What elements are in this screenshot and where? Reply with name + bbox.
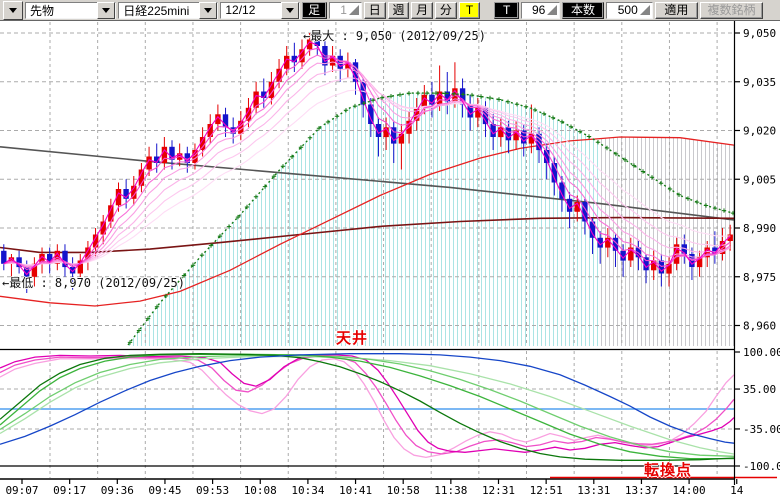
multi-symbol-button: 複数銘柄 (700, 2, 763, 19)
svg-text:9,035: 9,035 (743, 76, 776, 89)
svg-text:9,005: 9,005 (743, 173, 776, 186)
spin-icon[interactable] (349, 5, 359, 15)
min-price-annotation: ←最低 : 8,970 (2012/09/25) (2, 274, 185, 291)
bar-interval-value: 1 (340, 3, 347, 17)
svg-text:10:41: 10:41 (339, 484, 372, 497)
ceiling-annotation: 天井 (336, 327, 368, 348)
svg-text:14:00: 14:00 (673, 484, 706, 497)
period-month-button[interactable]: 月 (411, 2, 433, 19)
svg-text:-35.00: -35.00 (743, 423, 780, 436)
chart-app-window: 9,050 9,035 9,020 9,005 8,990 8,975 8,960 100.0… (0, 0, 780, 500)
svg-text:09:17: 09:17 (53, 484, 86, 497)
contract-month-value: 12/12 (221, 3, 281, 17)
bar-interval-spinner[interactable]: 1 (329, 2, 362, 19)
bar-type-button[interactable]: 足 (302, 2, 327, 19)
svg-text:8,975: 8,975 (743, 271, 776, 284)
bar-count-spinner[interactable]: 500 (606, 2, 653, 19)
instrument-category-value: 先物 (26, 2, 97, 19)
symbol-value: 日経225mini (119, 2, 199, 19)
svg-text:09:53: 09:53 (196, 484, 229, 497)
bar-count-value: 500 (618, 3, 638, 17)
price-chart[interactable]: 9,050 9,035 9,020 9,005 8,990 8,975 8,960 100.0… (0, 0, 780, 500)
tick-size-value: 96 (532, 3, 545, 17)
chevron-down-icon[interactable] (97, 2, 115, 19)
svg-text:14: 14 (730, 484, 744, 497)
bar-count-button[interactable]: 本数 (562, 2, 603, 19)
svg-text:100.00: 100.00 (743, 346, 780, 359)
svg-text:09:07: 09:07 (5, 484, 38, 497)
tick-size-spinner[interactable]: 96 (521, 2, 560, 19)
chevron-down-icon[interactable] (281, 2, 299, 19)
period-week-button[interactable]: 週 (388, 2, 410, 19)
chevron-down-icon (9, 8, 17, 17)
svg-text:09:36: 09:36 (101, 484, 134, 497)
chevron-down-icon[interactable] (199, 2, 217, 19)
period-tick-button[interactable]: T (459, 2, 481, 19)
max-price-annotation: ←最大 : 9,050 (2012/09/25) (303, 27, 486, 44)
svg-text:8,990: 8,990 (743, 222, 776, 235)
period-minute-button[interactable]: 分 (435, 2, 457, 19)
tick-size-button[interactable]: T (494, 2, 519, 19)
apply-button[interactable]: 適用 (655, 2, 698, 19)
spin-icon[interactable] (547, 5, 557, 15)
svg-text:10:34: 10:34 (291, 484, 324, 497)
svg-text:9,050: 9,050 (743, 27, 776, 40)
svg-text:8,960: 8,960 (743, 320, 776, 333)
spin-icon[interactable] (640, 5, 650, 15)
svg-text:35.00: 35.00 (743, 383, 776, 396)
symbol-list-dropdown-button[interactable] (3, 1, 23, 20)
period-day-button[interactable]: 日 (364, 2, 386, 19)
svg-text:10:58: 10:58 (387, 484, 420, 497)
svg-text:12:51: 12:51 (530, 484, 563, 497)
svg-text:9,020: 9,020 (743, 125, 776, 138)
svg-text:13:31: 13:31 (577, 484, 610, 497)
svg-text:10:08: 10:08 (244, 484, 277, 497)
svg-text:13:37: 13:37 (625, 484, 658, 497)
toolbar: 先物 日経225mini 12/12 足 1 日 週 月 分 T T 96 本数… (0, 0, 780, 21)
svg-text:11:38: 11:38 (434, 484, 467, 497)
svg-text:12:31: 12:31 (482, 484, 515, 497)
svg-text:09:45: 09:45 (148, 484, 181, 497)
contract-month-select[interactable]: 12/12 (220, 2, 300, 19)
turning-point-annotation: 転換点 (644, 459, 692, 480)
svg-text:-100.00: -100.00 (743, 460, 780, 473)
instrument-category-select[interactable]: 先物 (25, 2, 116, 19)
symbol-select[interactable]: 日経225mini (118, 2, 218, 19)
